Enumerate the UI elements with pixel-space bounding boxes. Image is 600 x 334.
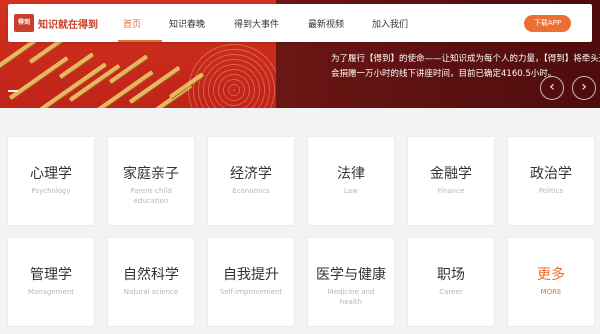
active-nav-indicator: [118, 40, 162, 42]
logo-mark-icon: 得到: [14, 14, 34, 32]
category-title: 金融学: [430, 166, 472, 182]
hero-description: 为了履行【得到】的使命——让知识成为每个人的力量，【得到】将牵头这项知 会捐赠一…: [331, 52, 600, 82]
category-card-finance[interactable]: 金融学 Finance: [407, 136, 495, 226]
category-card-medicine[interactable]: 医学与健康 Medicine and health: [307, 237, 395, 327]
category-card-psychology[interactable]: 心理学 Psychology: [7, 136, 95, 226]
nav-item-join-us[interactable]: 加入我们: [372, 17, 408, 30]
brand-name: 知识就在得到: [38, 19, 98, 31]
category-subtitle: Psychology: [31, 187, 71, 195]
chevron-right-icon: ›: [581, 79, 587, 95]
category-subtitle: Parent-child education: [130, 187, 172, 205]
category-card-parenting[interactable]: 家庭亲子 Parent-child education: [107, 136, 195, 226]
slide-indicator[interactable]: [8, 90, 18, 92]
nav-item-events[interactable]: 得到大事件: [234, 17, 279, 30]
category-card-law[interactable]: 法律 Law: [307, 136, 395, 226]
nav-item-gala[interactable]: 知识春晚: [169, 17, 205, 30]
category-title: 医学与健康: [316, 267, 386, 283]
category-title: 家庭亲子: [123, 166, 179, 182]
category-title: 心理学: [30, 166, 72, 182]
category-subtitle: Medicine and health: [327, 288, 375, 306]
category-card-politics[interactable]: 政治学 Politics: [507, 136, 595, 226]
next-slide-button[interactable]: ›: [572, 76, 596, 100]
nav-item-videos[interactable]: 最新视频: [308, 17, 344, 30]
category-subtitle: Politics: [538, 187, 564, 195]
download-app-button[interactable]: 下载APP: [524, 15, 571, 32]
category-title: 自然科学: [123, 267, 179, 283]
hero-line-1: 为了履行【得到】的使命——让知识成为每个人的力量，【得到】将牵头这项知: [331, 54, 600, 64]
category-subtitle: Career: [439, 288, 463, 296]
category-card-more[interactable]: 更多 MORE: [507, 237, 595, 327]
category-subtitle: Self-improvement: [219, 288, 283, 296]
category-card-natural-science[interactable]: 自然科学 Natural science: [107, 237, 195, 327]
category-title: 经济学: [230, 166, 272, 182]
category-title: 职场: [437, 267, 465, 283]
category-title: 更多: [537, 267, 565, 283]
category-card-economics[interactable]: 经济学 Economics: [207, 136, 295, 226]
category-card-self-improvement[interactable]: 自我提升 Self-improvement: [207, 237, 295, 327]
brand-logo[interactable]: 得到 知识就在得到: [14, 14, 98, 32]
category-subtitle: Management: [27, 288, 75, 296]
category-title: 管理学: [30, 267, 72, 283]
category-title: 法律: [337, 166, 365, 182]
category-card-career[interactable]: 职场 Career: [407, 237, 495, 327]
category-title: 自我提升: [223, 267, 279, 283]
top-navigation: 得到 知识就在得到 首页 知识春晚 得到大事件 最新视频 加入我们 下载APP: [8, 4, 592, 42]
category-subtitle: Natural science: [123, 288, 179, 296]
category-card-management[interactable]: 管理学 Management: [7, 237, 95, 327]
nav-item-home[interactable]: 首页: [123, 17, 141, 30]
category-subtitle: Law: [344, 187, 358, 195]
category-subtitle: Economics: [232, 187, 270, 195]
chevron-left-icon: ‹: [549, 79, 555, 95]
category-subtitle: Finance: [437, 187, 465, 195]
category-subtitle: MORE: [540, 288, 562, 296]
category-title: 政治学: [530, 166, 572, 182]
prev-slide-button[interactable]: ‹: [540, 76, 564, 100]
